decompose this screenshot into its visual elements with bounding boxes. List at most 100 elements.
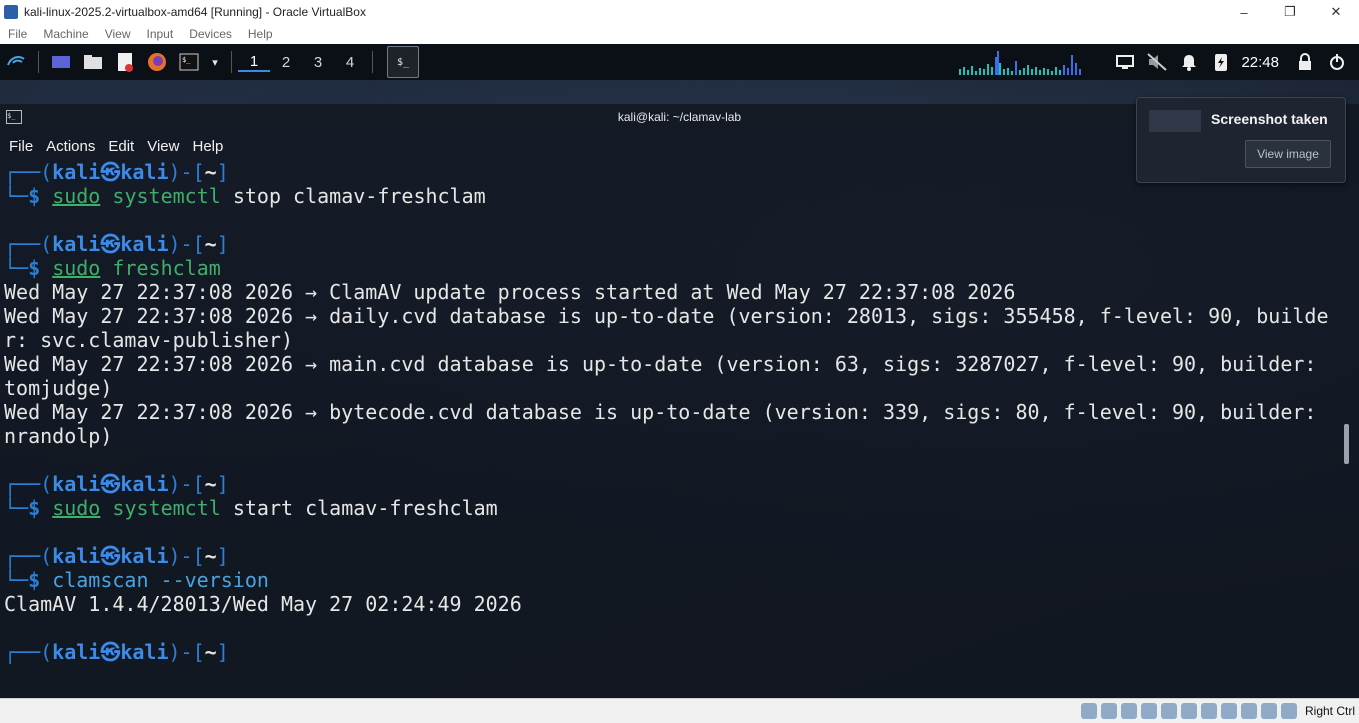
workspace-4[interactable]: 4 <box>334 54 366 71</box>
terminal-title: kali@kali: ~/clamav-lab <box>617 110 742 124</box>
output-line: Wed May 27 22:37:08 2026 → daily.cvd dat… <box>4 304 1329 328</box>
virtualization-icon[interactable] <box>1240 703 1257 719</box>
output-line: nrandolp) <box>4 424 113 448</box>
terminal-icon: $_ <box>6 110 22 124</box>
mouse-integration-icon[interactable] <box>1260 703 1277 719</box>
terminal-scrollbar[interactable] <box>1344 424 1349 464</box>
terminal-output[interactable]: ┌──(kali㉿kali)-[~] └─$ sudo systemctl sto… <box>4 160 1344 664</box>
menu-machine[interactable]: Machine <box>39 27 92 41</box>
recording-icon[interactable] <box>1220 703 1237 719</box>
prompt-line: ┌──(kali㉿kali)-[~] <box>4 544 1344 568</box>
text-editor-icon[interactable] <box>112 49 138 75</box>
terminal-launcher-icon[interactable]: $_ <box>176 49 202 75</box>
virtualbox-status-bar: Right Ctrl <box>0 698 1359 723</box>
terminal-menu-view[interactable]: View <box>147 138 179 155</box>
prompt-host: kali <box>120 640 169 664</box>
prompt-corner: └─ <box>4 568 29 592</box>
prompt-bracket-close: ] <box>216 640 229 664</box>
menu-input[interactable]: Input <box>143 27 178 41</box>
menu-help[interactable]: Help <box>244 27 277 41</box>
display-status-icon[interactable] <box>1200 703 1217 719</box>
prompt-path: ~ <box>204 544 217 568</box>
prompt-separator: )-[ <box>168 544 205 568</box>
panel-clock[interactable]: 22:48 <box>1241 54 1279 71</box>
panel-separator <box>372 51 373 73</box>
minimize-button[interactable]: – <box>1221 0 1267 24</box>
panel-separator <box>231 51 232 73</box>
prompt-corner: ┌──( <box>4 640 53 664</box>
prompt-separator: )-[ <box>168 640 205 664</box>
shared-folders-icon[interactable] <box>1180 703 1197 719</box>
prompt-at-symbol: ㉿ <box>100 544 121 568</box>
chevron-down-icon[interactable]: ▾ <box>208 49 222 75</box>
terminal-task-button[interactable]: $_ <box>387 46 419 78</box>
prompt-line: ┌──(kali㉿kali)-[~] <box>4 232 1344 256</box>
menu-devices[interactable]: Devices <box>185 27 236 41</box>
prompt-user: kali <box>52 472 101 496</box>
maximize-button[interactable]: ❐ <box>1267 0 1313 24</box>
volume-muted-icon[interactable] <box>1144 49 1170 75</box>
kali-menu-icon[interactable] <box>3 49 29 75</box>
terminal-menu-help[interactable]: Help <box>192 138 223 155</box>
audio-icon[interactable] <box>1120 703 1137 719</box>
usb-icon[interactable] <box>1160 703 1177 719</box>
prompt-line: ┌──(kali㉿kali)-[~] <box>4 640 1344 664</box>
show-desktop-icon[interactable] <box>48 49 74 75</box>
logout-icon[interactable] <box>1324 49 1350 75</box>
lock-screen-icon[interactable] <box>1292 49 1318 75</box>
prompt-corner: ┌──( <box>4 232 53 256</box>
prompt-host: kali <box>120 472 169 496</box>
firefox-icon[interactable] <box>144 49 170 75</box>
close-button[interactable]: ✕ <box>1313 0 1359 24</box>
battery-power-icon[interactable] <box>1208 49 1234 75</box>
view-image-button[interactable]: View image <box>1245 140 1331 168</box>
output-line: Wed May 27 22:37:08 2026 → ClamAV update… <box>4 280 1016 304</box>
prompt-bracket-close: ] <box>216 544 229 568</box>
output-line: Wed May 27 22:37:08 2026 → main.cvd data… <box>4 352 1317 376</box>
prompt-at-symbol: ㉿ <box>100 640 121 664</box>
hard-disk-icon[interactable] <box>1080 703 1097 719</box>
terminal-menu-edit[interactable]: Edit <box>108 138 134 155</box>
command-line: └─$ sudo systemctl start clamav-freshcla… <box>4 496 1344 520</box>
workspace-3[interactable]: 3 <box>302 54 334 71</box>
prompt-user: kali <box>52 160 101 184</box>
terminal-menu-bar: File Actions Edit View Help <box>0 132 227 160</box>
menu-view[interactable]: View <box>101 27 135 41</box>
terminal-menu-file[interactable]: File <box>9 138 33 155</box>
menu-file[interactable]: File <box>4 27 31 41</box>
optical-drive-icon[interactable] <box>1100 703 1117 719</box>
prompt-corner: ┌──( <box>4 472 53 496</box>
network-icon[interactable] <box>1140 703 1157 719</box>
screenshot-notification[interactable]: Screenshot taken View image <box>1136 97 1346 183</box>
notification-bell-icon[interactable] <box>1176 49 1202 75</box>
kali-top-panel: $_ ▾ 1 2 3 4 $_ 22:48 <box>0 44 1359 80</box>
prompt-corner: ┌──( <box>4 544 53 568</box>
command-program: systemctl <box>112 496 221 520</box>
keyboard-capture-icon[interactable] <box>1280 703 1297 719</box>
prompt-dollar: $ <box>28 184 41 208</box>
prompt-separator: )-[ <box>168 232 205 256</box>
prompt-at-symbol: ㉿ <box>100 232 121 256</box>
file-manager-icon[interactable] <box>80 49 106 75</box>
workspace-2[interactable]: 2 <box>270 54 302 71</box>
command-program: clamscan --version <box>52 568 269 592</box>
prompt-host: kali <box>120 160 169 184</box>
virtualbox-title-bar: kali-linux-2025.2-virtualbox-amd64 [Runn… <box>0 0 1359 24</box>
prompt-host: kali <box>120 232 169 256</box>
display-icon[interactable] <box>1112 49 1138 75</box>
output-line: r: svc.clamav-publisher) <box>4 328 293 352</box>
terminal-window[interactable]: $_ kali@kali: ~/clamav-lab File Actions … <box>0 104 1359 698</box>
output-line: tomjudge) <box>4 376 113 400</box>
prompt-dollar: $ <box>28 568 41 592</box>
prompt-user: kali <box>52 640 101 664</box>
guest-screen: $_ ▾ 1 2 3 4 $_ 22:48 $_ kali@kali: ~/cl… <box>0 44 1359 698</box>
workspace-1[interactable]: 1 <box>238 53 270 72</box>
command-sudo: sudo <box>52 496 101 520</box>
notification-title: Screenshot taken <box>1211 111 1328 127</box>
terminal-menu-actions[interactable]: Actions <box>46 138 95 155</box>
prompt-at-symbol: ㉿ <box>100 472 121 496</box>
prompt-dollar: $ <box>28 256 41 280</box>
